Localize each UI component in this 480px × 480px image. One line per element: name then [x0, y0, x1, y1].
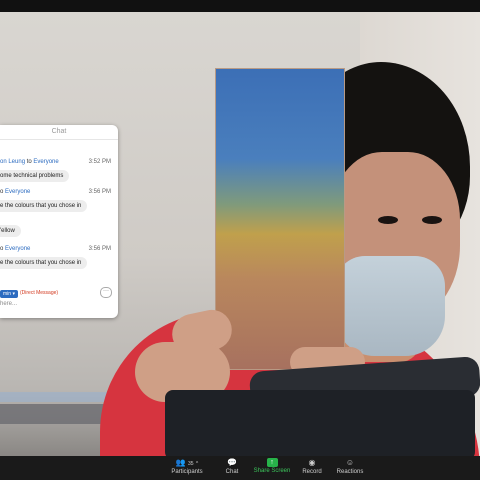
- participants-label: Participants: [171, 469, 203, 475]
- message-text: e the colours that you chose in: [0, 200, 88, 212]
- person-eye: [422, 216, 442, 224]
- share-screen-icon: ↑: [266, 458, 278, 467]
- more-options-button[interactable]: ···: [100, 287, 112, 298]
- chat-input[interactable]: here...: [0, 301, 17, 307]
- recipient-select[interactable]: min ▾: [0, 290, 18, 298]
- reactions-label: Reactions: [336, 469, 364, 475]
- message-sender: o Everyone: [0, 246, 30, 252]
- background-window: [0, 392, 110, 402]
- message-sender: on Leung to Everyone: [0, 159, 59, 165]
- message-time: 3:56 PM: [88, 189, 111, 195]
- sender-name: on Leung: [0, 159, 26, 165]
- color-gradient-card: [215, 68, 345, 370]
- recipient-name: Everyone: [5, 246, 31, 252]
- message-time: 3:52 PM: [88, 159, 111, 165]
- recipient-name: Everyone: [5, 189, 31, 195]
- record-icon: ◉: [308, 458, 316, 467]
- face-mask: [335, 256, 445, 356]
- message-sender: o Everyone: [0, 189, 30, 195]
- participants-count: 35: [188, 461, 194, 467]
- chat-bubble-icon: 💬: [227, 458, 237, 467]
- document-camera: [165, 390, 475, 456]
- direct-message-label: (Direct Message): [20, 290, 59, 296]
- message-text: 'ellow: [0, 225, 21, 237]
- meeting-toolbar: 👥 35 ^ Participants 💬 Chat ↑ Share Scree…: [0, 456, 480, 480]
- background-shelf: [0, 404, 110, 424]
- chevron-up-icon: ^: [195, 461, 199, 467]
- person-eye: [378, 216, 398, 224]
- window-top-bar: [0, 0, 480, 12]
- share-screen-label: Share Screen: [253, 468, 291, 474]
- participants-icon: 👥 35 ^: [175, 458, 199, 467]
- message-text: ome technical problems: [0, 170, 70, 182]
- chat-title: Chat: [0, 125, 118, 140]
- message-text: e the colours that you chose in: [0, 257, 88, 269]
- reactions-icon: ☺: [345, 458, 355, 467]
- chat-button[interactable]: 💬 Chat: [220, 458, 244, 475]
- reactions-button[interactable]: ☺ Reactions: [334, 458, 366, 475]
- recipient-name: Everyone: [33, 159, 59, 165]
- share-screen-button[interactable]: ↑ Share Screen: [252, 458, 292, 474]
- chat-panel: Chat on Leung to Everyone 3:52 PM ome te…: [0, 125, 118, 318]
- record-button[interactable]: ◉ Record: [298, 458, 326, 475]
- chat-label: Chat: [225, 469, 239, 475]
- record-label: Record: [302, 469, 322, 475]
- participants-button[interactable]: 👥 35 ^ Participants: [166, 458, 208, 475]
- message-time: 3:56 PM: [88, 246, 111, 252]
